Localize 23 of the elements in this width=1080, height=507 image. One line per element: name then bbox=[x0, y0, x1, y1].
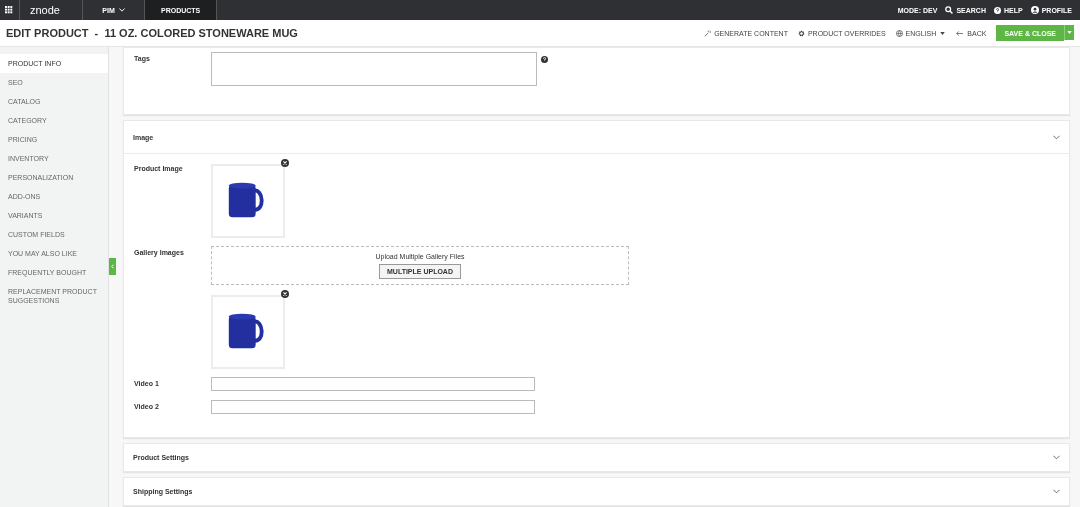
caret-icon bbox=[1067, 31, 1072, 34]
chevron-down-icon bbox=[1053, 489, 1060, 494]
page-title: EDIT PRODUCT - 11 OZ. COLORED STONEWARE MUG bbox=[6, 27, 298, 39]
remove-icon[interactable] bbox=[281, 290, 289, 298]
search-icon bbox=[945, 6, 954, 14]
apps-grid-icon[interactable] bbox=[5, 6, 13, 14]
video-url-field[interactable] bbox=[211, 400, 535, 414]
video-url-field[interactable] bbox=[211, 377, 535, 391]
chevron-left-icon bbox=[111, 264, 114, 269]
collapse-sidebar-button[interactable] bbox=[109, 258, 116, 275]
wand-icon bbox=[704, 29, 712, 37]
save-dropdown-button[interactable] bbox=[1064, 25, 1074, 40]
gear-icon bbox=[797, 29, 805, 37]
globe-icon bbox=[895, 29, 903, 37]
user-icon bbox=[1030, 6, 1039, 14]
caret-icon bbox=[940, 31, 946, 35]
arrow-left-icon bbox=[955, 29, 965, 37]
chevron-down-icon bbox=[1053, 455, 1060, 460]
help-icon[interactable] bbox=[541, 56, 548, 63]
remove-icon[interactable] bbox=[281, 159, 289, 167]
tags-field[interactable] bbox=[211, 52, 537, 86]
chevron-down-icon bbox=[1053, 134, 1060, 140]
help-icon bbox=[994, 6, 1001, 14]
